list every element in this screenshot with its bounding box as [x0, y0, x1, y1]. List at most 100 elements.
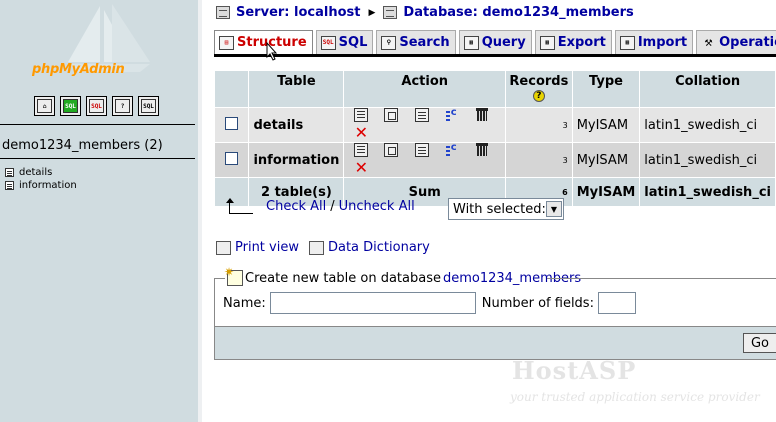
browse-icon[interactable]	[354, 108, 369, 122]
tab-underline	[214, 54, 776, 57]
tab-query[interactable]: ▦ Query	[458, 30, 532, 54]
table-name[interactable]: information	[249, 143, 344, 177]
table-icon[interactable]	[5, 168, 14, 177]
uncheck-all-link[interactable]: Uncheck All	[339, 199, 415, 214]
structure-icon[interactable]	[384, 108, 399, 122]
create-table-fieldset: Create new table on database demo1234_me…	[214, 265, 776, 360]
table-icon[interactable]	[5, 181, 14, 190]
tab-sql[interactable]: SQL SQL	[315, 30, 374, 54]
with-selected-value: With selected:	[453, 201, 546, 217]
browse-icon[interactable]	[354, 143, 369, 157]
import-icon: ▦	[619, 35, 635, 50]
dictionary-icon	[308, 240, 324, 255]
export-icon: ▦	[539, 35, 555, 50]
new-table-icon	[224, 265, 243, 286]
logo-text: phpMyAdmin	[32, 62, 125, 77]
fields-label: Number of fields:	[481, 295, 594, 311]
tab-label: SQL	[338, 35, 368, 50]
summary-type: MyISAM	[572, 178, 640, 206]
tab-search[interactable]: ⚲ Search	[376, 30, 456, 54]
tables-table: Table Action Records ? Type Collation de…	[214, 70, 776, 207]
header-collation: Collation	[640, 71, 775, 107]
records-value: 3	[506, 108, 572, 142]
tab-label: Export	[557, 35, 606, 50]
fieldset-footer: Go	[215, 326, 776, 359]
table-row: details ✕ 3 MyISAM latin1_swedish_ci	[215, 107, 775, 142]
records-value: 3	[506, 143, 572, 177]
left-table-item[interactable]: details	[5, 167, 52, 178]
tab-label: Query	[481, 35, 526, 50]
insert-icon[interactable]	[445, 142, 459, 157]
tab-import[interactable]: ▦ Import	[614, 30, 694, 54]
chevron-down-icon[interactable]: ▼	[546, 201, 562, 217]
query-window-icon[interactable]: SQL	[60, 96, 81, 116]
mouse-cursor-icon	[266, 42, 278, 61]
empty-icon[interactable]	[475, 108, 489, 122]
left-table-item[interactable]: information	[5, 180, 77, 191]
tab-bar: ▤ Structure SQL SQL ⚲ Search ▦ Query ▦ E…	[214, 30, 776, 54]
collation-value: latin1_swedish_ci	[640, 108, 775, 142]
watermark-tagline: your trusted application service provide…	[510, 390, 760, 404]
header-checkbox-col	[215, 71, 249, 107]
action-cell: ✕	[344, 107, 506, 142]
table-name-input[interactable]	[269, 292, 476, 314]
search-icon: ⚲	[381, 35, 397, 50]
empty-icon[interactable]	[475, 143, 489, 157]
data-dictionary-link[interactable]: Data Dictionary	[328, 240, 430, 255]
search-icon[interactable]	[414, 108, 429, 122]
left-table-label[interactable]: details	[19, 167, 52, 178]
name-label: Name:	[223, 295, 266, 311]
arrow-up-icon	[224, 198, 254, 214]
server-icon	[216, 6, 230, 19]
insert-icon[interactable]	[445, 107, 459, 122]
database-icon	[383, 6, 398, 19]
operations-icon: ⚒	[704, 35, 713, 50]
action-cell: ✕	[344, 142, 506, 177]
tab-export[interactable]: ▦ Export	[534, 30, 612, 54]
home-icon[interactable]: ⌂	[34, 96, 55, 116]
drop-icon[interactable]: ✕	[355, 160, 368, 176]
structure-icon[interactable]	[384, 143, 399, 157]
drop-icon[interactable]: ✕	[355, 125, 368, 141]
with-selected-dropdown[interactable]: With selected: ▼	[448, 198, 564, 220]
legend-db-link[interactable]: demo1234_members	[443, 271, 581, 286]
left-nav-icons: ⌂ SQL SQL ? SQL	[34, 96, 159, 116]
row-checkbox[interactable]	[225, 151, 239, 165]
type-value: MyISAM	[572, 108, 640, 142]
sql-icon[interactable]: SQL	[86, 96, 107, 116]
header-records: Records ?	[506, 71, 572, 107]
table-row: information ✕ 3 MyISAM latin1_swedish_ci	[215, 142, 775, 177]
documentation-icon[interactable]: ?	[112, 96, 133, 116]
search-icon[interactable]	[414, 143, 429, 157]
header-table[interactable]: Table	[249, 71, 344, 107]
logo[interactable]: phpMyAdmin	[0, 0, 198, 88]
tab-label: Search	[399, 35, 450, 50]
check-all-link[interactable]: Check All	[266, 199, 326, 214]
create-table-row: Name: Number of fields:	[223, 292, 636, 314]
row-checkbox[interactable]	[225, 116, 239, 130]
tab-operations[interactable]: ⚒ Operations	[696, 30, 776, 54]
help-icon[interactable]: ?	[532, 90, 545, 102]
go-button[interactable]: Go	[743, 333, 776, 353]
create-table-legend: Create new table on database demo1234_me…	[224, 265, 584, 286]
check-separator: /	[330, 198, 335, 214]
fields-count-input[interactable]	[597, 292, 636, 314]
sql-docs-icon[interactable]: SQL	[138, 96, 159, 116]
breadcrumb-server[interactable]: Server: localhost	[236, 5, 360, 20]
tab-structure[interactable]: ▤ Structure	[214, 30, 313, 54]
breadcrumb: Server: localhost ▶ Database: demo1234_m…	[216, 5, 634, 20]
check-controls: Check All / Uncheck All	[224, 198, 415, 214]
tab-label: Import	[637, 35, 688, 50]
print-view-link[interactable]: Print view	[235, 240, 299, 255]
printer-icon	[216, 240, 231, 255]
divider	[0, 124, 195, 125]
main-frame: Server: localhost ▶ Database: demo1234_m…	[198, 0, 776, 422]
legend-text: Create new table on database	[245, 270, 441, 286]
watermark-brand: HostASP	[512, 356, 637, 385]
table-name[interactable]: details	[249, 108, 344, 142]
divider	[0, 158, 195, 159]
database-link[interactable]: demo1234_members (2)	[2, 138, 163, 153]
left-table-label[interactable]: information	[19, 180, 77, 191]
breadcrumb-database[interactable]: Database: demo1234_members	[403, 5, 633, 20]
header-type: Type	[572, 71, 640, 107]
